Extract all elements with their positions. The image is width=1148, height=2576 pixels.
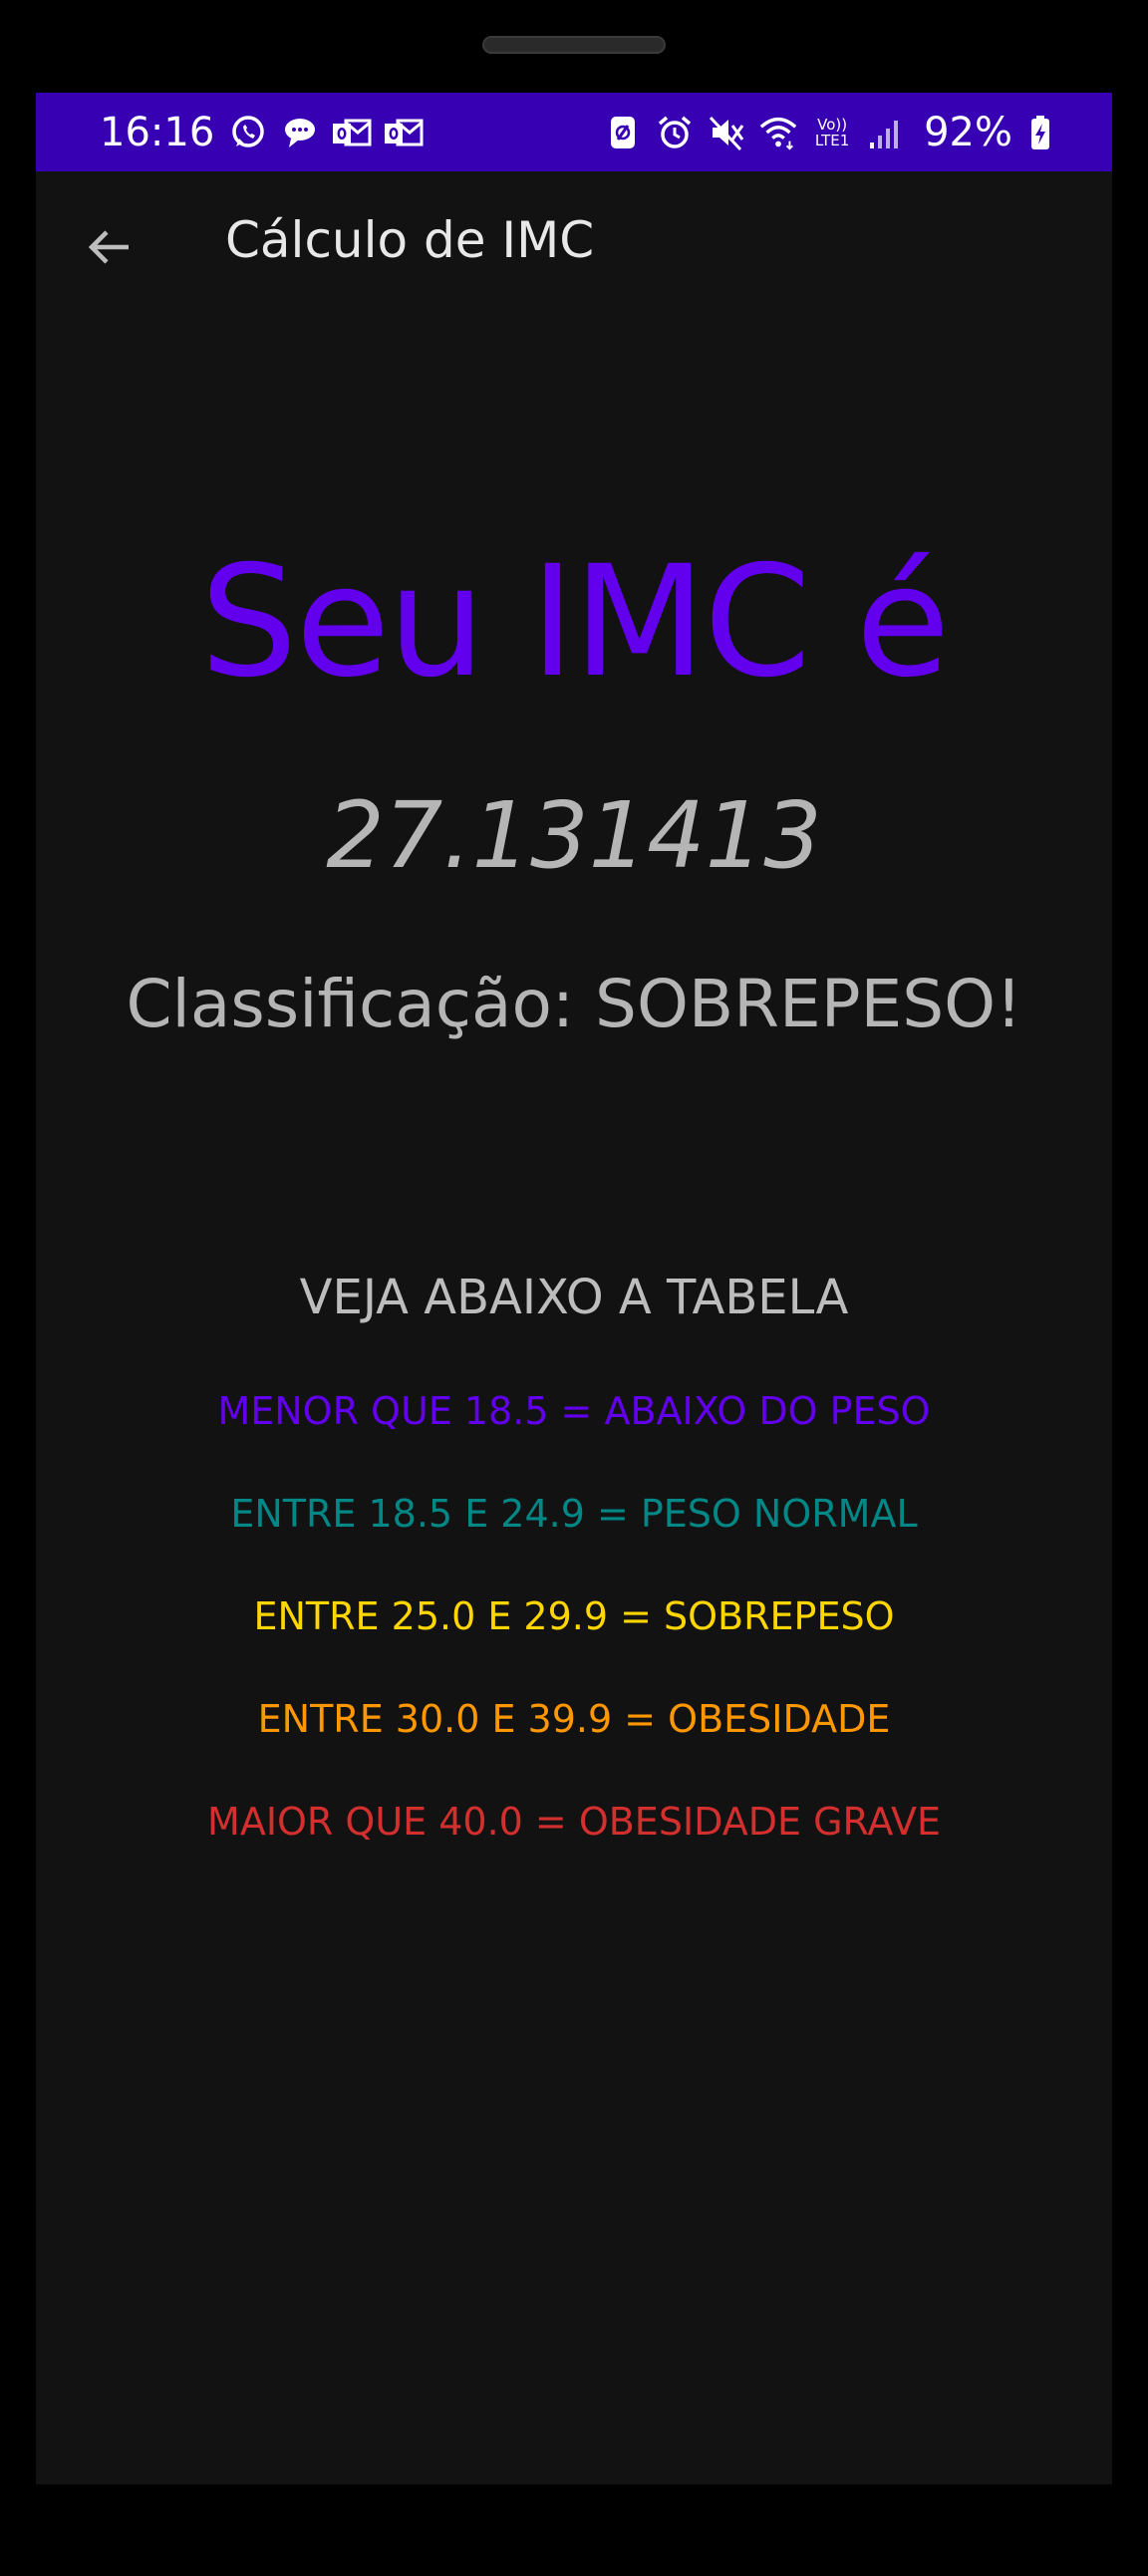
system-icons: Vo)) LTE1 92% <box>603 110 1052 155</box>
status-time: 16:16 <box>100 109 215 155</box>
phone-frame: 16:16 Vo)) LTE1 92% Cálculo de IMC Seu I… <box>0 0 1148 2576</box>
result-headline: Seu IMC é <box>199 533 951 712</box>
table-title: VEJA ABAIXO A TABELA <box>299 1270 849 1325</box>
table-row-overweight: ENTRE 25.0 E 29.9 = SOBREPESO <box>253 1594 895 1638</box>
whatsapp-icon <box>228 113 268 152</box>
alarm-icon <box>655 113 695 152</box>
page-title: Cálculo de IMC <box>225 211 595 269</box>
table-row-underweight: MENOR QUE 18.5 = ABAIXO DO PESO <box>217 1389 931 1433</box>
notification-icons <box>228 113 424 152</box>
back-button[interactable] <box>78 216 140 278</box>
status-bar: 16:16 Vo)) LTE1 92% <box>36 93 1112 171</box>
table-row-normal: ENTRE 18.5 E 24.9 = PESO NORMAL <box>230 1492 918 1536</box>
table-row-severe-obesity: MAIOR QUE 40.0 = OBESIDADE GRAVE <box>207 1800 941 1844</box>
signal-icon <box>866 113 906 152</box>
nfc-icon <box>603 113 643 152</box>
table-row-obesity: ENTRE 30.0 E 39.9 = OBESIDADE <box>257 1697 891 1741</box>
earpiece-speaker <box>482 36 666 54</box>
battery-percent: 92% <box>924 109 1012 155</box>
arrow-back-icon <box>88 230 129 264</box>
outlook-icon <box>384 113 424 152</box>
classification-text: Classificação: SOBREPESO! <box>126 966 1022 1042</box>
screen: 16:16 Vo)) LTE1 92% Cálculo de IMC Seu I… <box>36 93 1112 2484</box>
wifi-icon <box>758 113 798 152</box>
chat-bubble-icon <box>280 113 320 152</box>
battery-charging-icon <box>1028 113 1052 152</box>
outlook-icon <box>332 113 372 152</box>
imc-value: 27.131413 <box>326 782 822 889</box>
volte-lte-icon: Vo)) LTE1 <box>814 115 850 149</box>
app-bar: Cálculo de IMC <box>36 171 1112 321</box>
mute-icon <box>707 113 746 152</box>
